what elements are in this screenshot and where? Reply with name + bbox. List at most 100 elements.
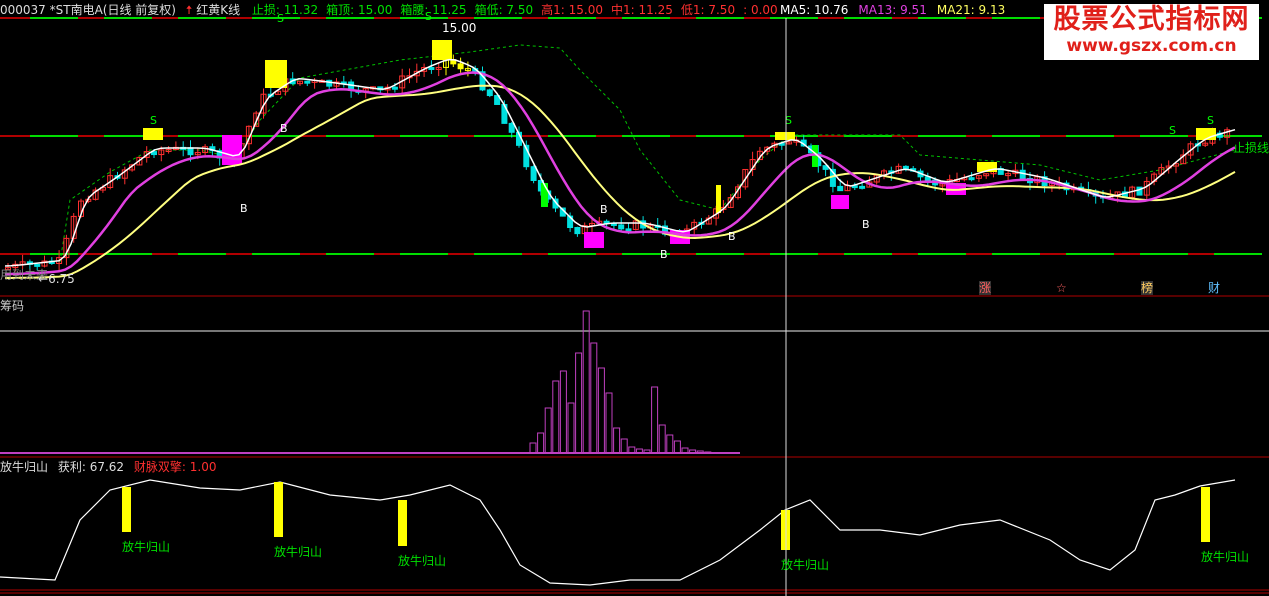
chip-bar (658, 424, 666, 454)
header-item: : 0.00 (743, 3, 778, 17)
candle-body (574, 227, 581, 235)
highlight-candle (432, 40, 452, 60)
signal-label: 放牛归山 (274, 545, 323, 559)
header-values: 止损: 11.32 箱顶: 15.00 箱腰: 11.25 箱低: 7.50 高1: 1… (244, 3, 778, 17)
bottom-panel-header: 放牛归山 获利: 67.62 财脉双擎: 1.00 (0, 460, 216, 474)
header-item-value: 0.00 (750, 3, 778, 17)
chip-bar (666, 434, 674, 454)
chip-bar (597, 367, 605, 454)
header-item-value: 7.50 (506, 3, 534, 17)
ma-item: MA21: 9.13 (936, 3, 1006, 17)
chip-bar (620, 438, 628, 454)
header-item-label: 低1: (680, 3, 709, 17)
header-item: 止损: 11.32 (252, 3, 318, 17)
profit-line (0, 479, 1236, 586)
highlight-candle (775, 132, 795, 140)
marker-b: B (240, 202, 248, 215)
marker-b: B (280, 122, 288, 135)
chip-bar (529, 442, 537, 454)
highlight-candle (831, 195, 849, 209)
header-item-value: 11.25 (638, 3, 673, 17)
candle-body (625, 228, 632, 232)
chip-bar (590, 342, 598, 454)
marker-b: B (600, 203, 608, 216)
ma-values: MA5: 10.76 MA13: 9.51 MA21: 9.13 (780, 2, 1015, 18)
watermark-title: 股票公式指标网 (1053, 4, 1250, 35)
highlight-candle (143, 128, 163, 140)
ma-item: MA13: 9.51 (858, 3, 927, 17)
candle-body (968, 177, 975, 181)
candle-body (508, 122, 515, 133)
chip-bar (613, 427, 621, 454)
header-item-value: 11.25 (432, 3, 467, 17)
highlight-candle (1196, 128, 1216, 140)
signal-label: 放牛归山 (1201, 550, 1250, 564)
chip-bar (544, 407, 552, 454)
candle-body (486, 89, 493, 97)
marker-s: S (1169, 124, 1176, 137)
stock-chart[interactable]: SS SSSSBBBBBB (0, 0, 1269, 596)
header-item-label: 箱顶: (326, 3, 358, 17)
header-item-label: 箱腰: (400, 3, 433, 17)
candle-body (34, 263, 41, 267)
signal-bar (1201, 487, 1210, 542)
header-item: 中1: 11.25 (611, 3, 673, 17)
marker-b: B (862, 218, 870, 231)
signal-bar (122, 487, 131, 532)
event-icon-cai[interactable]: 财 (1208, 281, 1220, 295)
candle-body (859, 185, 866, 189)
header-item: 高1: 15.00 (541, 3, 603, 17)
chip-bar (651, 386, 659, 454)
chip-bar (552, 380, 560, 454)
candle-body (618, 224, 625, 230)
arrow-up-icon: 🠅 (185, 3, 193, 17)
event-icon-star[interactable]: ☆ (1056, 281, 1067, 295)
header-item: 低1: 7.50 (681, 3, 735, 17)
header-item: 箱低: 7.50 (475, 3, 534, 17)
highlight-candle (222, 135, 242, 165)
low-price-label: ←6.75 (38, 272, 75, 286)
stoploss-line-label: 止损线 (1233, 141, 1269, 155)
ma-item: MA5: 10.76 (780, 3, 849, 17)
event-icon-zhang[interactable]: 涨 (979, 281, 992, 295)
header-item-label: 高1: (541, 3, 569, 17)
highlight-candle (716, 185, 721, 213)
symbol-title: 000037 *ST南电A(日线 前复权) (0, 3, 176, 17)
header-item-label: : (743, 3, 751, 17)
header-item-label: 箱低: (474, 3, 507, 17)
sub-value: 1.00 (189, 460, 217, 474)
signal-label: 放牛归山 (781, 558, 830, 572)
header-item-label: 止损: (251, 3, 284, 17)
candle-body (837, 185, 844, 192)
chip-bar (673, 440, 681, 454)
signal-bar (274, 482, 283, 537)
candle-body (391, 86, 398, 90)
ma13-line (5, 71, 1236, 276)
signal-label: 放牛归山 (122, 540, 171, 554)
bottom-panel-title: 放牛归山 (0, 460, 49, 474)
candle-body (187, 147, 194, 156)
low-price-value: 6.75 (48, 272, 75, 286)
buy-signal-bars (122, 482, 1210, 550)
marker-s: S (1207, 114, 1214, 127)
chip-bar (559, 370, 567, 454)
event-icon-bang[interactable]: 榜 (1141, 281, 1154, 295)
candle-body (304, 80, 311, 84)
chip-bar (537, 432, 545, 454)
chip-bar (575, 352, 583, 454)
header-item-value: 15.00 (357, 3, 393, 17)
header-item: 箱腰: 11.25 (400, 3, 466, 17)
chart-header: 000037 *ST南电A(日线 前复权) 🠅 红黄K线 止损: 11.32 箱顶… (0, 2, 778, 18)
highlight-candle (265, 60, 287, 88)
marker-b: B (728, 230, 736, 243)
candle-body (457, 63, 464, 70)
watermark-url: www.gszx.com.cn (1066, 36, 1237, 56)
chip-panel-title: 筹码 (0, 299, 25, 313)
header-item-value: 11.32 (283, 3, 319, 17)
candle-body (428, 67, 435, 71)
indicator-name: 红黄K线 (196, 3, 241, 17)
candlestick-series (5, 40, 1231, 272)
signal-bar (398, 500, 407, 546)
sub-label: 财脉双擎: (133, 460, 190, 474)
watermark-logo: 股票公式指标网 www.gszx.com.cn (1044, 4, 1259, 60)
